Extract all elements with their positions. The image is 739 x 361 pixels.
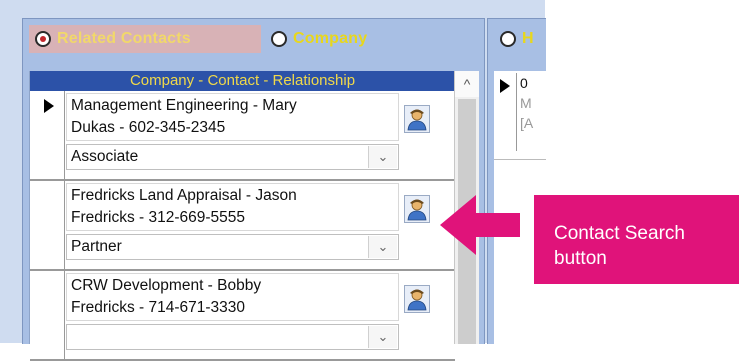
scroll-up-button[interactable]: ^ xyxy=(455,71,479,97)
row-selector[interactable] xyxy=(30,181,65,269)
relationship-select[interactable]: Associate ⌄ xyxy=(66,144,399,170)
secondary-cell: 0 M [A xyxy=(516,73,550,151)
table-row[interactable]: CRW Development - Bobby Fredricks - 714-… xyxy=(30,271,455,361)
person-icon xyxy=(407,109,427,131)
row-selector[interactable] xyxy=(30,271,65,359)
person-icon xyxy=(407,199,427,221)
radio-company-label: Company xyxy=(293,30,368,47)
radio-unselected-icon xyxy=(500,31,516,47)
current-row-arrow-icon xyxy=(44,99,54,113)
callout-line-2: button xyxy=(554,248,607,269)
current-row-arrow-icon xyxy=(500,79,510,93)
contacts-grid: Company - Contact - Relationship Managem… xyxy=(29,71,455,361)
chevron-down-icon[interactable]: ⌄ xyxy=(368,236,397,258)
radio-secondary-label: H xyxy=(522,30,534,47)
chevron-down-icon[interactable]: ⌄ xyxy=(368,146,397,168)
secondary-panel: H 0 M [A xyxy=(487,18,546,344)
row-selector[interactable] xyxy=(30,91,65,179)
related-contacts-panel: Related Contacts Company Company - Conta… xyxy=(22,18,485,361)
annotation-callout: Contact Search button xyxy=(534,195,739,284)
relationship-select[interactable]: Partner ⌄ xyxy=(66,234,399,260)
table-row[interactable]: 0 M [A xyxy=(494,71,546,160)
contact-line-2: Fredricks - 714-671-3330 xyxy=(71,299,246,316)
callout-arrow-icon xyxy=(440,195,520,255)
contact-line-1: CRW Development - Bobby xyxy=(71,277,262,294)
grid-header: Company - Contact - Relationship xyxy=(30,71,455,91)
contact-line-1: Fredricks Land Appraisal - Jason xyxy=(71,187,297,204)
radio-selected-icon xyxy=(35,31,51,47)
chevron-down-icon[interactable]: ⌄ xyxy=(368,326,397,348)
contact-search-button[interactable] xyxy=(404,105,430,133)
person-icon xyxy=(407,289,427,311)
secondary-cell-line-2: M xyxy=(520,95,532,111)
relationship-select[interactable]: ⌄ xyxy=(66,324,399,350)
contact-name-field[interactable]: Fredricks Land Appraisal - Jason Fredric… xyxy=(66,183,399,231)
radio-secondary-tab[interactable]: H xyxy=(494,25,546,53)
relationship-value: Associate xyxy=(71,148,139,165)
radio-unselected-icon xyxy=(271,31,287,47)
contact-name-field[interactable]: Management Engineering - Mary Dukas - 60… xyxy=(66,93,399,141)
app-window: Related Contacts Company Company - Conta… xyxy=(0,0,546,361)
relationship-value: Partner xyxy=(71,238,122,255)
radio-related-contacts[interactable]: Related Contacts xyxy=(29,25,261,53)
contact-line-2: Fredricks - 312-669-5555 xyxy=(71,209,246,226)
radio-company[interactable]: Company xyxy=(265,25,399,53)
callout-line-1: Contact Search xyxy=(554,223,685,244)
table-row[interactable]: Fredricks Land Appraisal - Jason Fredric… xyxy=(30,181,455,271)
contact-line-2: Dukas - 602-345-2345 xyxy=(71,119,226,136)
contact-search-button[interactable] xyxy=(404,285,430,313)
contact-name-field[interactable]: CRW Development - Bobby Fredricks - 714-… xyxy=(66,273,399,321)
contact-line-1: Management Engineering - Mary xyxy=(71,97,297,114)
secondary-cell-line-1: 0 xyxy=(520,75,528,91)
secondary-cell-line-3: [A xyxy=(520,115,534,131)
table-row[interactable]: Management Engineering - Mary Dukas - 60… xyxy=(30,91,455,181)
radio-related-contacts-label: Related Contacts xyxy=(57,30,191,47)
contact-search-button[interactable] xyxy=(404,195,430,223)
